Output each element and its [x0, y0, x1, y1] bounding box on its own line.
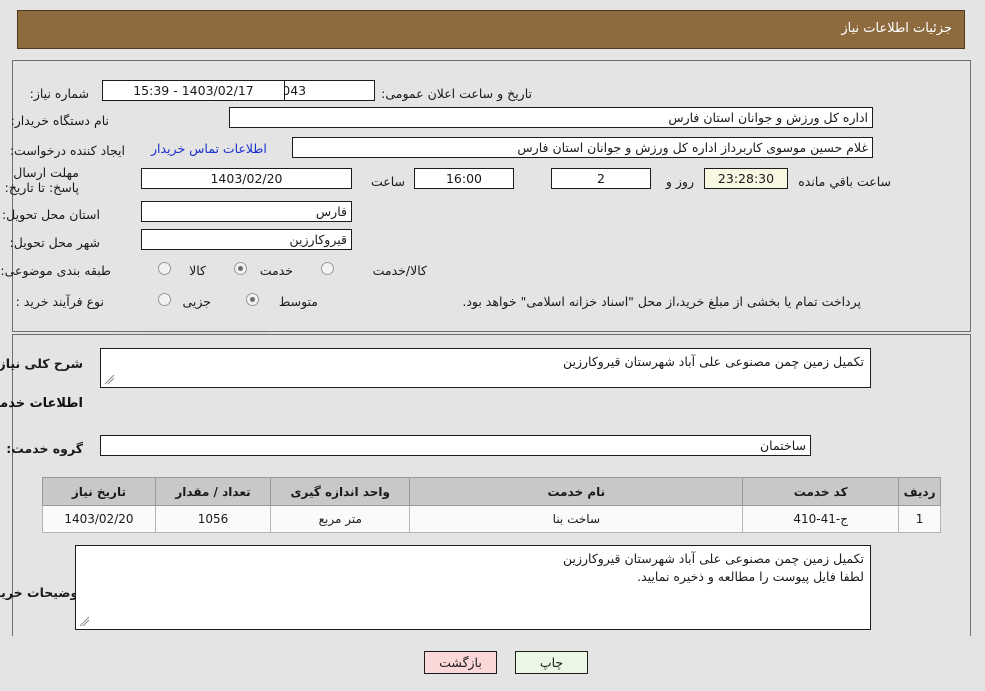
buyer-org-label: نام دستگاه خریدار:	[11, 113, 110, 128]
days-value: 2	[552, 168, 652, 189]
cell-service-name: ساخت بنا	[410, 505, 745, 533]
category-label-kala: کالا	[190, 263, 207, 278]
table-header-row: ردیف کد خدمت نام خدمت واحد اندازه گیری ت…	[43, 477, 942, 506]
countdown-value: 23:28:30	[705, 168, 789, 189]
process-radio-jozii[interactable]	[159, 293, 172, 306]
process-note: پرداخت تمام یا بخشی از مبلغ خرید،از محل …	[463, 294, 862, 309]
countdown-unit-label: ساعت باقي مانده	[799, 174, 892, 189]
category-label-khedmat: خدمت	[260, 263, 294, 278]
service-group-label: گروه خدمت:	[7, 441, 84, 456]
th-service-code: کد خدمت	[743, 477, 901, 506]
services-section-heading: اطلاعات خدمات مورد نیاز	[0, 396, 84, 411]
services-table: ردیف کد خدمت نام خدمت واحد اندازه گیری ت…	[43, 477, 942, 533]
category-label-kala-khedmat: کالا/خدمت	[373, 263, 428, 278]
requester-label: ایجاد کننده درخواست:	[10, 143, 126, 158]
deadline-date-value: 1403/02/20	[142, 168, 353, 189]
deadline-label: مهلت ارسال پاسخ: تا تاریخ:	[5, 165, 80, 195]
announce-datetime-value: 1403/02/17 - 15:39	[103, 80, 286, 101]
summary-label: شرح کلی نیاز:	[0, 356, 84, 371]
th-unit: واحد اندازه گیری	[271, 477, 412, 506]
category-radio-kala-khedmat[interactable]	[322, 262, 335, 275]
back-button[interactable]: بازگشت	[425, 651, 498, 674]
service-group-value: ساختمان	[101, 435, 812, 456]
window-title-bar: جزئیات اطلاعات نیاز	[18, 10, 966, 49]
hour-label: ساعت	[371, 174, 406, 189]
process-label-jozii: جزیی	[183, 294, 212, 309]
th-row-no: ردیف	[899, 477, 942, 506]
need-number-label: شماره نیاز:	[30, 86, 90, 101]
th-need-date: تاریخ نیاز	[43, 477, 157, 506]
province-value: فارس	[142, 201, 353, 222]
panel-left-border	[13, 61, 14, 331]
table-row[interactable]: 1 ج-41-410 ساخت بنا متر مربع 1056 1403/0…	[43, 505, 942, 533]
announce-datetime-label: تاریخ و ساعت اعلان عمومی:	[382, 86, 533, 101]
page-root: AriaTender.net جزئیات اطلاعات نیاز شماره…	[0, 0, 985, 691]
buyer-notes-textarea[interactable]: تکمیل زمین چمن مصنوعی علی آباد شهرستان ق…	[76, 545, 872, 630]
cell-row-no: 1	[899, 505, 942, 533]
process-label: نوع فرآیند خرید :	[16, 294, 105, 309]
city-value: قیروکارزین	[142, 229, 353, 250]
buyer-contact-link[interactable]: اطلاعات تماس خریدار	[152, 141, 268, 156]
days-unit-label: روز و	[666, 174, 695, 189]
requester-value: غلام حسین موسوی کاربرداز اداره کل ورزش و…	[293, 137, 874, 158]
city-label: شهر محل تحویل:	[10, 235, 101, 250]
cell-unit: متر مربع	[271, 505, 412, 533]
process-label-motevaset: متوسط	[279, 294, 319, 309]
cell-quantity: 1056	[155, 505, 273, 533]
category-label: طبقه بندی موضوعی:	[1, 263, 112, 278]
hour-value: 16:00	[415, 168, 515, 189]
buyer-notes-label: توضیحات خریدار:	[0, 585, 84, 600]
panel-right-border	[971, 61, 972, 331]
th-quantity: تعداد / مقدار	[155, 477, 273, 506]
category-radio-khedmat[interactable]	[235, 262, 248, 275]
province-label: استان محل تحویل:	[2, 207, 101, 222]
page-title: جزئیات اطلاعات نیاز	[842, 21, 953, 36]
buyer-org-value: اداره کل ورزش و جوانان استان فارس	[230, 107, 874, 128]
cell-need-date: 1403/02/20	[43, 505, 157, 533]
category-radio-kala[interactable]	[159, 262, 172, 275]
panel2-right-border	[971, 335, 972, 636]
process-radio-motevaset[interactable]	[247, 293, 260, 306]
th-service-name: نام خدمت	[410, 477, 745, 506]
print-button[interactable]: چاپ	[516, 651, 589, 674]
cell-service-code: ج-41-410	[743, 505, 901, 533]
summary-textarea[interactable]: تکمیل زمین چمن مصنوعی علی آباد شهرستان ق…	[101, 348, 872, 388]
